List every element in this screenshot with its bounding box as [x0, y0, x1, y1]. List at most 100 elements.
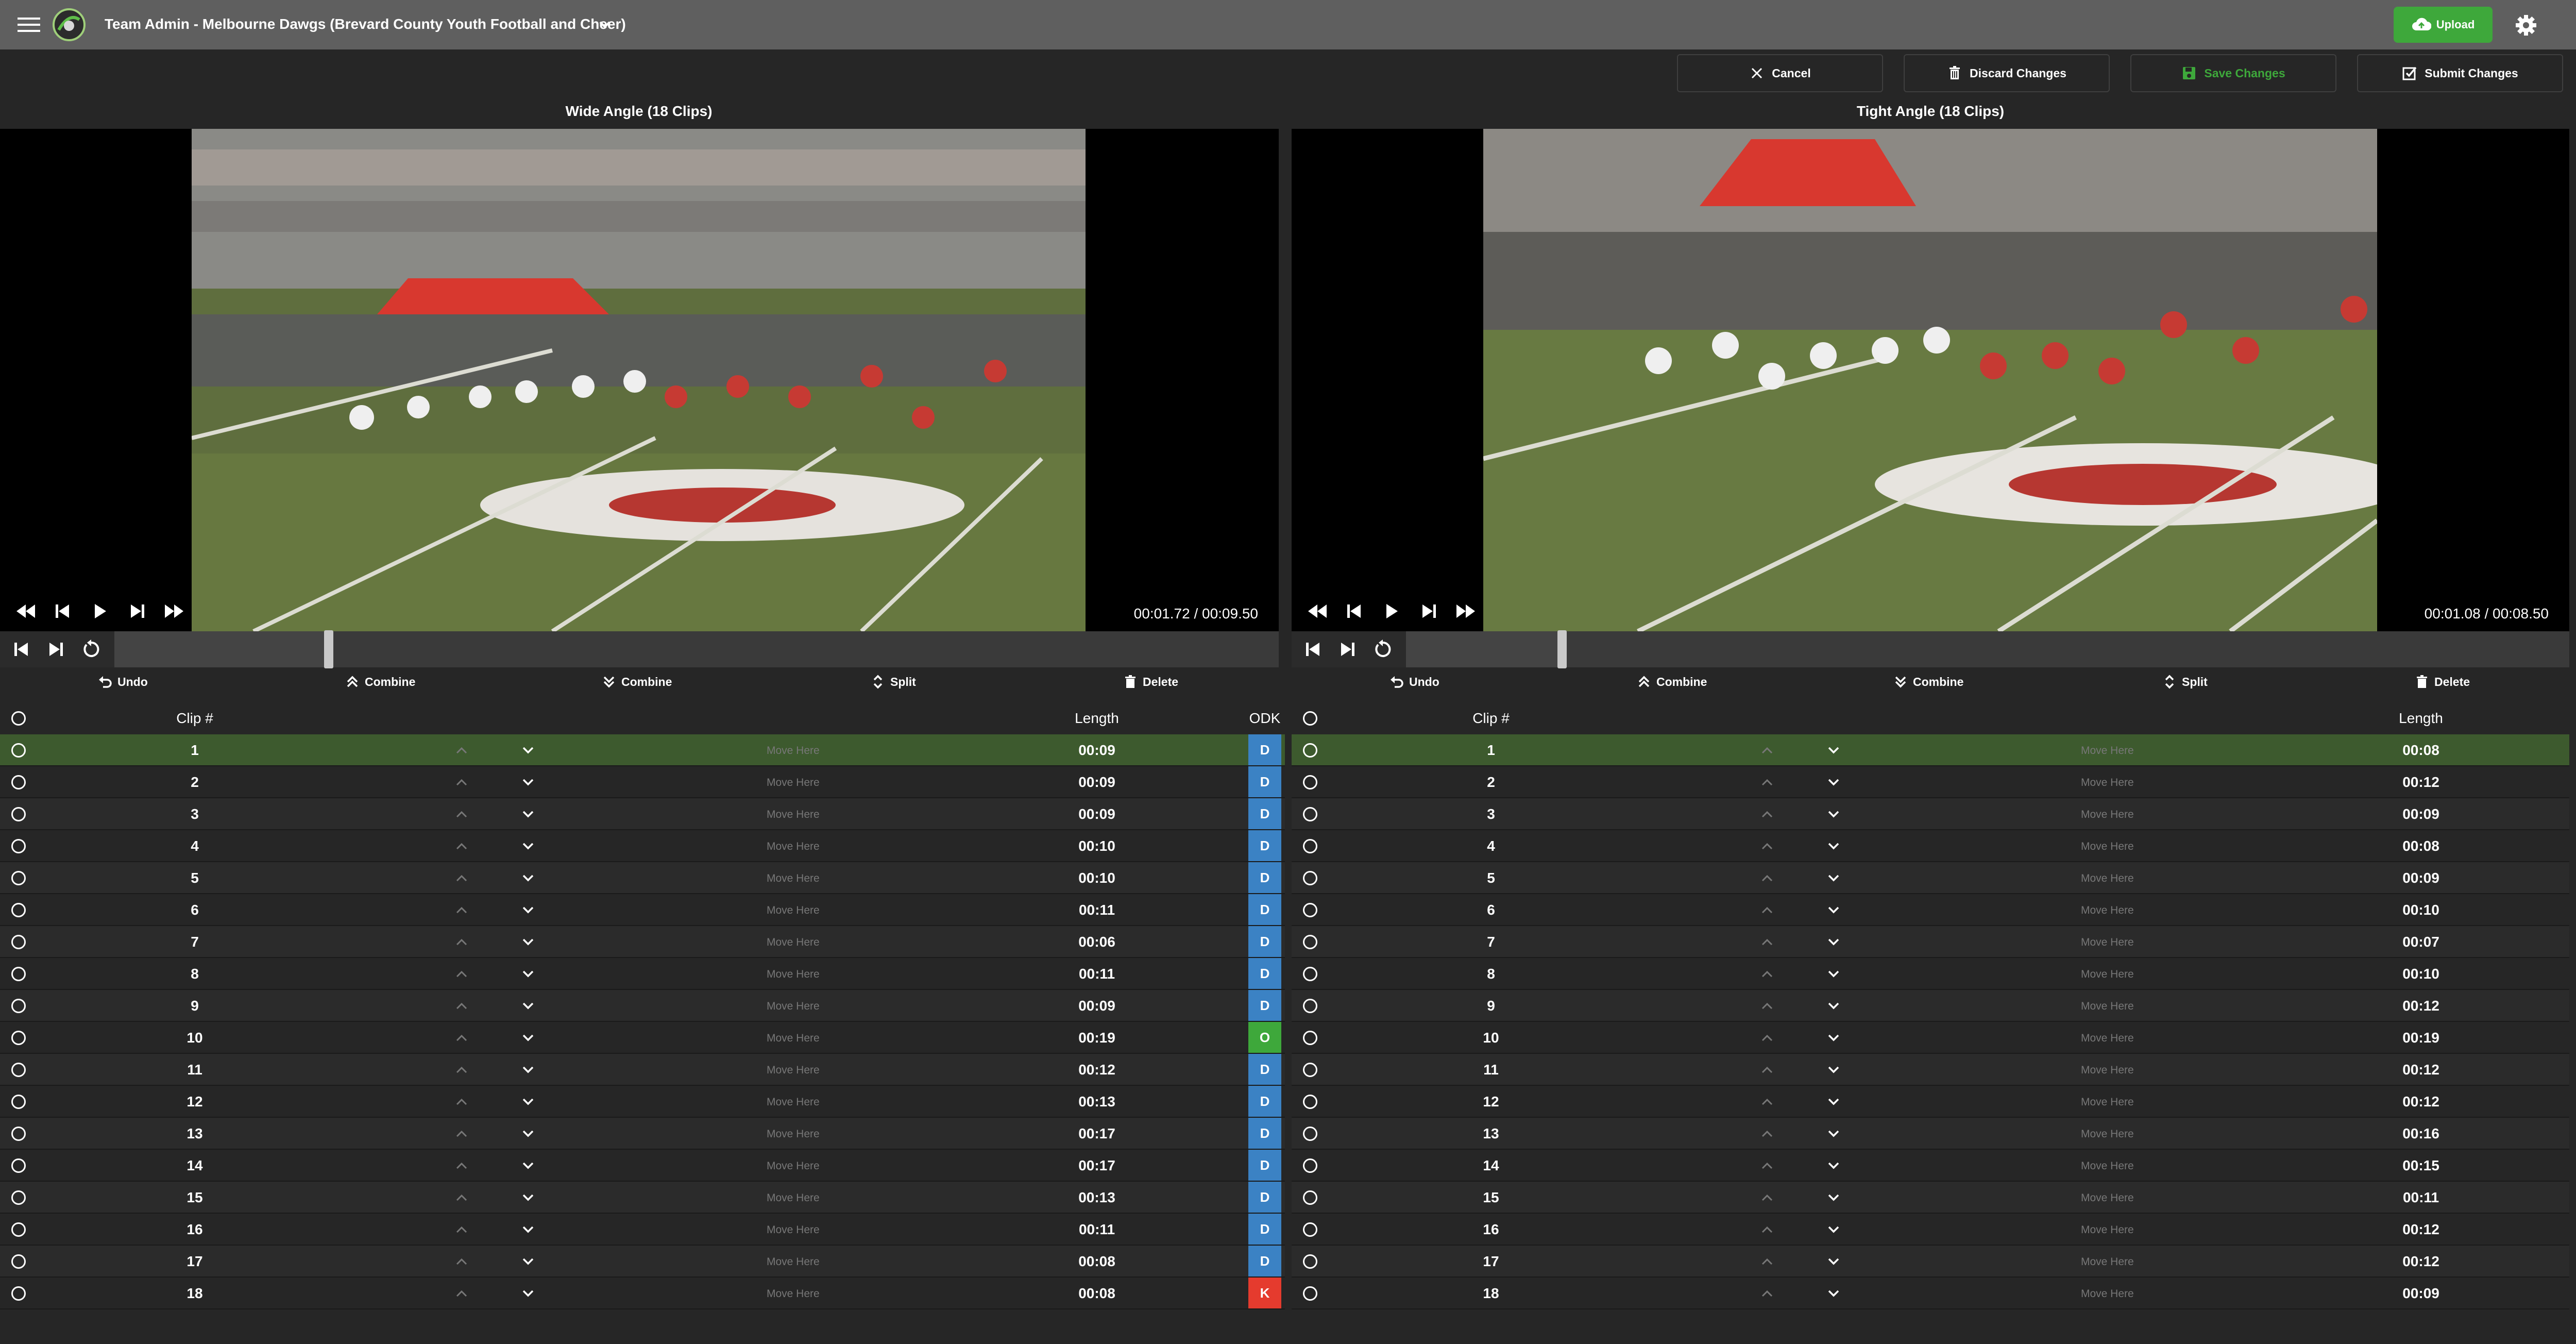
replay-icon[interactable]: [1372, 640, 1394, 659]
chevron-up-icon[interactable]: [1760, 1192, 1774, 1203]
move-here-link[interactable]: Move Here: [2081, 1000, 2134, 1013]
row-select-radio[interactable]: [11, 775, 26, 789]
row-select-radio[interactable]: [1303, 839, 1317, 853]
move-here-link[interactable]: Move Here: [2081, 841, 2134, 853]
odk-badge[interactable]: D: [1248, 1118, 1281, 1149]
odk-badge[interactable]: D: [1248, 1054, 1281, 1085]
chevron-down-icon[interactable]: [1827, 1192, 1840, 1203]
chevron-up-icon[interactable]: [1760, 1032, 1774, 1044]
clip-row[interactable]: 12 Move Here 00:13 D: [0, 1086, 1285, 1118]
clip-row[interactable]: 13 Move Here 00:17 D: [0, 1118, 1285, 1150]
row-select-radio[interactable]: [11, 871, 26, 885]
row-select-radio[interactable]: [11, 743, 26, 758]
chevron-down-icon[interactable]: [521, 1096, 535, 1107]
wide-timeline-thumb[interactable]: [324, 630, 333, 668]
combine-down-button[interactable]: Combine: [1893, 675, 1963, 689]
chevron-up-icon[interactable]: [455, 1288, 468, 1299]
skip-to-start-icon[interactable]: [10, 640, 32, 659]
clip-row[interactable]: 17 Move Here 00:12: [1292, 1246, 2569, 1278]
chevron-up-icon[interactable]: [1760, 745, 1774, 756]
chevron-down-icon[interactable]: [1827, 841, 1840, 852]
odk-badge[interactable]: D: [1248, 862, 1281, 893]
odk-badge[interactable]: D: [1248, 830, 1281, 861]
row-select-radio[interactable]: [11, 1095, 26, 1109]
chevron-up-icon[interactable]: [1760, 1096, 1774, 1107]
clip-row[interactable]: 3 Move Here 00:09: [1292, 798, 2569, 830]
clip-row[interactable]: 9 Move Here 00:09 D: [0, 990, 1285, 1022]
row-select-radio[interactable]: [1303, 1286, 1317, 1301]
chevron-down-icon[interactable]: [1827, 777, 1840, 788]
skip-to-end-icon[interactable]: [1337, 640, 1359, 659]
move-here-link[interactable]: Move Here: [767, 936, 820, 949]
move-here-link[interactable]: Move Here: [767, 1064, 820, 1077]
tight-timeline-thumb[interactable]: [1557, 630, 1567, 668]
chevron-down-icon[interactable]: [1827, 1224, 1840, 1235]
discard-changes-button[interactable]: Discard Changes: [1904, 54, 2110, 92]
move-here-link[interactable]: Move Here: [767, 1032, 820, 1045]
clip-row[interactable]: 8 Move Here 00:10: [1292, 958, 2569, 990]
chevron-up-icon[interactable]: [1760, 1224, 1774, 1235]
move-here-link[interactable]: Move Here: [767, 777, 820, 789]
chevron-down-icon[interactable]: [1827, 904, 1840, 916]
move-here-link[interactable]: Move Here: [2081, 936, 2134, 949]
clip-row[interactable]: 12 Move Here 00:12: [1292, 1086, 2569, 1118]
chevron-down-icon[interactable]: [1827, 1064, 1840, 1076]
clip-row[interactable]: 1 Move Here 00:09 D: [0, 734, 1285, 766]
rewind-icon[interactable]: [14, 602, 37, 620]
clip-row[interactable]: 9 Move Here 00:12: [1292, 990, 2569, 1022]
clip-row[interactable]: 15 Move Here 00:13 D: [0, 1182, 1285, 1214]
rewind-icon[interactable]: [1306, 602, 1329, 620]
split-button[interactable]: Split: [2162, 675, 2208, 689]
clip-row[interactable]: 7 Move Here 00:07: [1292, 926, 2569, 958]
chevron-down-icon[interactable]: [1827, 1288, 1840, 1299]
clip-row[interactable]: 1 Move Here 00:08: [1292, 734, 2569, 766]
clip-row[interactable]: 2 Move Here 00:09 D: [0, 766, 1285, 798]
chevron-up-icon[interactable]: [455, 777, 468, 788]
chevron-down-icon[interactable]: [1827, 1096, 1840, 1107]
move-here-link[interactable]: Move Here: [767, 809, 820, 821]
chevron-down-icon[interactable]: [521, 936, 535, 948]
chevron-down-icon[interactable]: [1827, 1160, 1840, 1171]
row-select-radio[interactable]: [11, 903, 26, 917]
chevron-up-icon[interactable]: [1760, 968, 1774, 980]
chevron-up-icon[interactable]: [455, 1064, 468, 1076]
undo-button[interactable]: Undo: [1389, 675, 1439, 689]
row-select-radio[interactable]: [11, 1063, 26, 1077]
move-here-link[interactable]: Move Here: [767, 904, 820, 917]
odk-badge[interactable]: D: [1248, 926, 1281, 957]
chevron-up-icon[interactable]: [455, 745, 468, 756]
odk-badge[interactable]: D: [1248, 958, 1281, 989]
chevron-up-icon[interactable]: [455, 1160, 468, 1171]
row-select-radio[interactable]: [1303, 1190, 1317, 1205]
save-changes-button[interactable]: Save Changes: [2130, 54, 2336, 92]
clip-row[interactable]: 14 Move Here 00:15: [1292, 1150, 2569, 1182]
move-here-link[interactable]: Move Here: [2081, 1032, 2134, 1045]
delete-button[interactable]: Delete: [2415, 675, 2470, 689]
move-here-link[interactable]: Move Here: [767, 1096, 820, 1108]
skip-to-end-icon[interactable]: [45, 640, 67, 659]
chevron-up-icon[interactable]: [455, 1192, 468, 1203]
move-here-link[interactable]: Move Here: [2081, 1064, 2134, 1077]
odk-badge[interactable]: D: [1248, 1246, 1281, 1276]
undo-button[interactable]: Undo: [98, 675, 148, 689]
step-back-icon[interactable]: [52, 602, 74, 620]
clip-row[interactable]: 18 Move Here 00:08 K: [0, 1278, 1285, 1309]
chevron-up-icon[interactable]: [1760, 1064, 1774, 1076]
chevron-down-icon[interactable]: [521, 872, 535, 884]
chevron-up-icon[interactable]: [1760, 1288, 1774, 1299]
row-select-radio[interactable]: [1303, 1063, 1317, 1077]
chevron-up-icon[interactable]: [1760, 1128, 1774, 1139]
move-here-link[interactable]: Move Here: [767, 1192, 820, 1204]
chevron-down-icon[interactable]: [1827, 1256, 1840, 1267]
row-select-radio[interactable]: [1303, 807, 1317, 821]
move-here-link[interactable]: Move Here: [767, 745, 820, 757]
row-select-radio[interactable]: [1303, 1158, 1317, 1173]
row-select-radio[interactable]: [11, 999, 26, 1013]
chevron-down-icon[interactable]: [521, 1160, 535, 1171]
tight-timeline-track[interactable]: [1406, 630, 2569, 668]
chevron-up-icon[interactable]: [1760, 904, 1774, 916]
chevron-up-icon[interactable]: [455, 872, 468, 884]
chevron-down-icon[interactable]: [521, 904, 535, 916]
chevron-down-icon[interactable]: [521, 1192, 535, 1203]
team-title[interactable]: Team Admin - Melbourne Dawgs (Brevard Co…: [105, 16, 626, 32]
